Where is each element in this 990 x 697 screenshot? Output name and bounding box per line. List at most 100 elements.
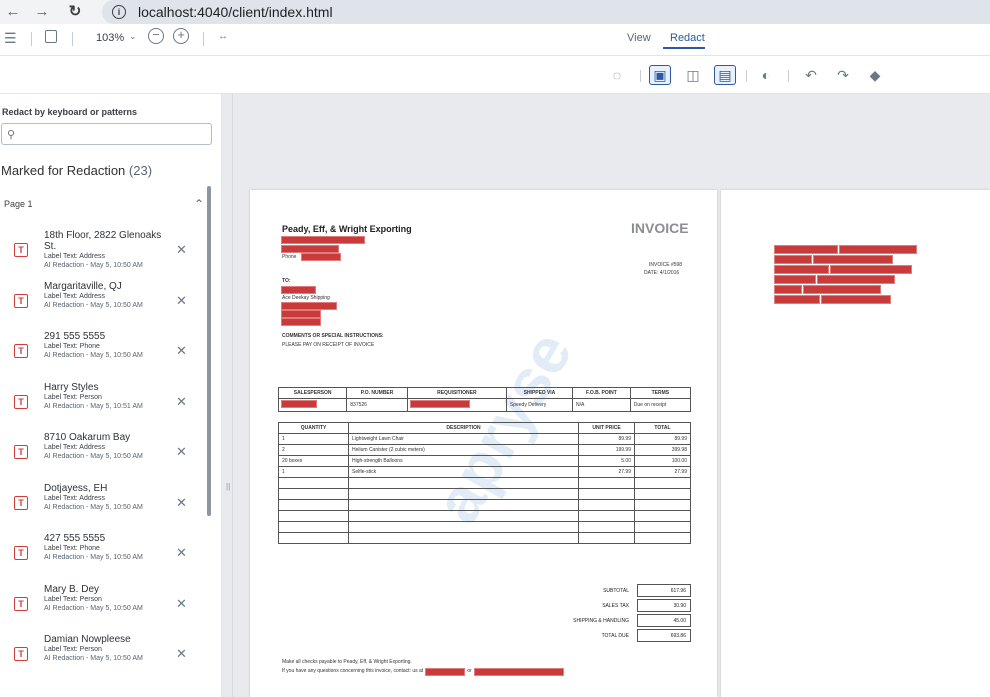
redaction-mark[interactable] [774, 275, 816, 284]
table-cell [278, 521, 349, 533]
table-row [278, 510, 691, 522]
item-meta: AI Redaction - May 5, 10:51 AM [44, 402, 143, 410]
page-view-icon[interactable] [45, 30, 57, 43]
document-page-1[interactable]: apryse Peady, Eff, & Wright Exporting IN… [250, 190, 717, 697]
search-input[interactable]: ⚲ [1, 123, 212, 145]
redo-icon[interactable]: ↷ [832, 65, 854, 85]
item-title: 427 555 5555 [44, 533, 106, 544]
close-icon[interactable]: ✕ [176, 394, 187, 410]
redaction-mark[interactable] [830, 265, 912, 274]
redaction-mark[interactable] [281, 310, 321, 318]
table-cell [348, 488, 579, 500]
redaction-mark[interactable] [409, 400, 470, 408]
redaction-mark[interactable] [821, 295, 891, 304]
close-icon[interactable]: ✕ [176, 242, 187, 258]
table-cell: 1 [278, 466, 349, 478]
color-palette-icon[interactable]: ◐ [755, 65, 777, 85]
close-icon[interactable]: ✕ [176, 545, 187, 561]
scrollbar[interactable] [207, 186, 211, 516]
tab-view[interactable]: View [627, 32, 651, 44]
zoom-out-icon[interactable]: − [148, 28, 164, 44]
redaction-mark[interactable] [813, 255, 893, 264]
redaction-mark[interactable] [281, 400, 317, 408]
zoom-value[interactable]: 103% [96, 32, 124, 44]
reload-icon[interactable]: ↻ [64, 2, 86, 20]
page-group-header[interactable]: Page 1 ⌃ [4, 197, 204, 211]
item-type: Label Text: Address [44, 253, 105, 260]
ai-redaction-icon[interactable]: ◌ [606, 65, 628, 85]
info-icon[interactable]: i [112, 5, 126, 19]
redaction-mark[interactable] [774, 285, 802, 294]
redaction-mark[interactable] [803, 285, 881, 294]
table-cell [348, 510, 579, 522]
divider [72, 32, 73, 46]
redaction-list-item[interactable]: T Mary B. Dey Label Text: Person AI Redacti… [0, 584, 205, 634]
table-cell: 1 [278, 433, 349, 445]
table-row: 20 boxes High-strength Balloons 5.00 100.00 [278, 455, 691, 467]
close-icon[interactable]: ✕ [176, 495, 187, 511]
table-cell [278, 499, 349, 511]
item-meta: AI Redaction - May 5, 10:50 AM [44, 352, 143, 359]
redaction-mark[interactable] [774, 255, 812, 264]
redaction-list-item[interactable]: T Margaritaville, QJ Label Text: Address AI… [0, 281, 205, 331]
close-icon[interactable]: ✕ [176, 293, 187, 309]
redact-page-icon[interactable]: ◫ [682, 65, 704, 85]
redaction-list-item[interactable]: T 18th Floor, 2822 Glenoaks St. Label Text… [0, 230, 205, 280]
panel-resize-handle[interactable]: || [222, 94, 233, 697]
redaction-list-item[interactable]: T Dotjayess, EH Label Text: Address AI Reda… [0, 483, 205, 533]
menu-icon[interactable]: ☰ [4, 30, 17, 47]
close-icon[interactable]: ✕ [176, 596, 187, 612]
item-type: Label Text: Phone [44, 545, 100, 552]
redaction-list-item[interactable]: T Damian Nowpleese Label Text: Person AI Re… [0, 634, 205, 684]
item-meta: AI Redaction - May 5, 10:50 AM [44, 301, 143, 309]
close-icon[interactable]: ✕ [176, 343, 187, 359]
table-cell [578, 499, 635, 511]
eraser-icon[interactable]: ◆ [864, 65, 886, 85]
redaction-mark[interactable] [281, 302, 337, 310]
table-row [278, 521, 691, 533]
redaction-mark[interactable] [281, 286, 316, 294]
arrow-left-icon[interactable]: ← [2, 3, 24, 20]
redaction-list-item[interactable]: T Harry Styles Label Text: Person AI Redact… [0, 382, 205, 432]
divider [788, 70, 789, 82]
table-row [278, 488, 691, 500]
address-bar[interactable]: i localhost:4040/client/index.html [102, 0, 990, 24]
table-header-cell: TOTAL [634, 422, 691, 434]
item-text: 8710 Oakarum Bay Label Text: Address AI Re… [44, 432, 164, 462]
redaction-mark[interactable] [281, 236, 365, 244]
close-icon[interactable]: ✕ [176, 646, 187, 662]
pan-tool-icon[interactable]: ↔ [218, 31, 228, 42]
redaction-mark[interactable] [301, 253, 341, 261]
zoom-in-icon[interactable]: + [173, 28, 189, 44]
redaction-mark[interactable] [281, 318, 321, 326]
chevron-up-icon[interactable]: ⌃ [194, 197, 204, 211]
item-text: 291 555 5555 Label Text: Phone AI Redactio… [44, 331, 164, 361]
item-meta: AI Redaction - May 5, 10:50 AM [44, 655, 143, 662]
table-cell: Helium Canister (2 cubic meters) [348, 444, 579, 456]
table-header-cell: TERMS [629, 387, 692, 399]
redaction-mark[interactable] [425, 667, 466, 676]
tab-redact[interactable]: Redact [670, 32, 705, 44]
table-row [278, 477, 691, 489]
summary-label: SUBTOTAL [603, 588, 629, 594]
redaction-mark[interactable] [774, 295, 820, 304]
arrow-right-icon[interactable]: → [31, 3, 53, 20]
redacted-line [774, 265, 912, 274]
item-type: Label Text: Person [44, 393, 102, 401]
redaction-mark[interactable] [817, 275, 895, 284]
redact-text-icon[interactable]: ▤ [714, 65, 736, 85]
item-text: Damian Nowpleese Label Text: Person AI Red… [44, 634, 164, 664]
document-page-2[interactable] [721, 190, 990, 697]
redaction-list-item[interactable]: T 427 555 5555 Label Text: Phone AI Redacti… [0, 533, 205, 583]
close-icon[interactable]: ✕ [176, 444, 187, 460]
redaction-mark[interactable] [473, 667, 564, 676]
redaction-list-item[interactable]: T 8710 Oakarum Bay Label Text: Address AI R… [0, 432, 205, 482]
redaction-mark[interactable] [281, 245, 339, 253]
redaction-mark[interactable] [839, 245, 917, 254]
redact-area-icon[interactable]: ▣ [649, 65, 671, 85]
undo-icon[interactable]: ↶ [800, 65, 822, 85]
chevron-down-icon[interactable]: ⌄ [129, 31, 137, 42]
redaction-mark[interactable] [774, 265, 829, 274]
redaction-list-item[interactable]: T 291 555 5555 Label Text: Phone AI Redacti… [0, 331, 205, 381]
redaction-mark[interactable] [774, 245, 838, 254]
